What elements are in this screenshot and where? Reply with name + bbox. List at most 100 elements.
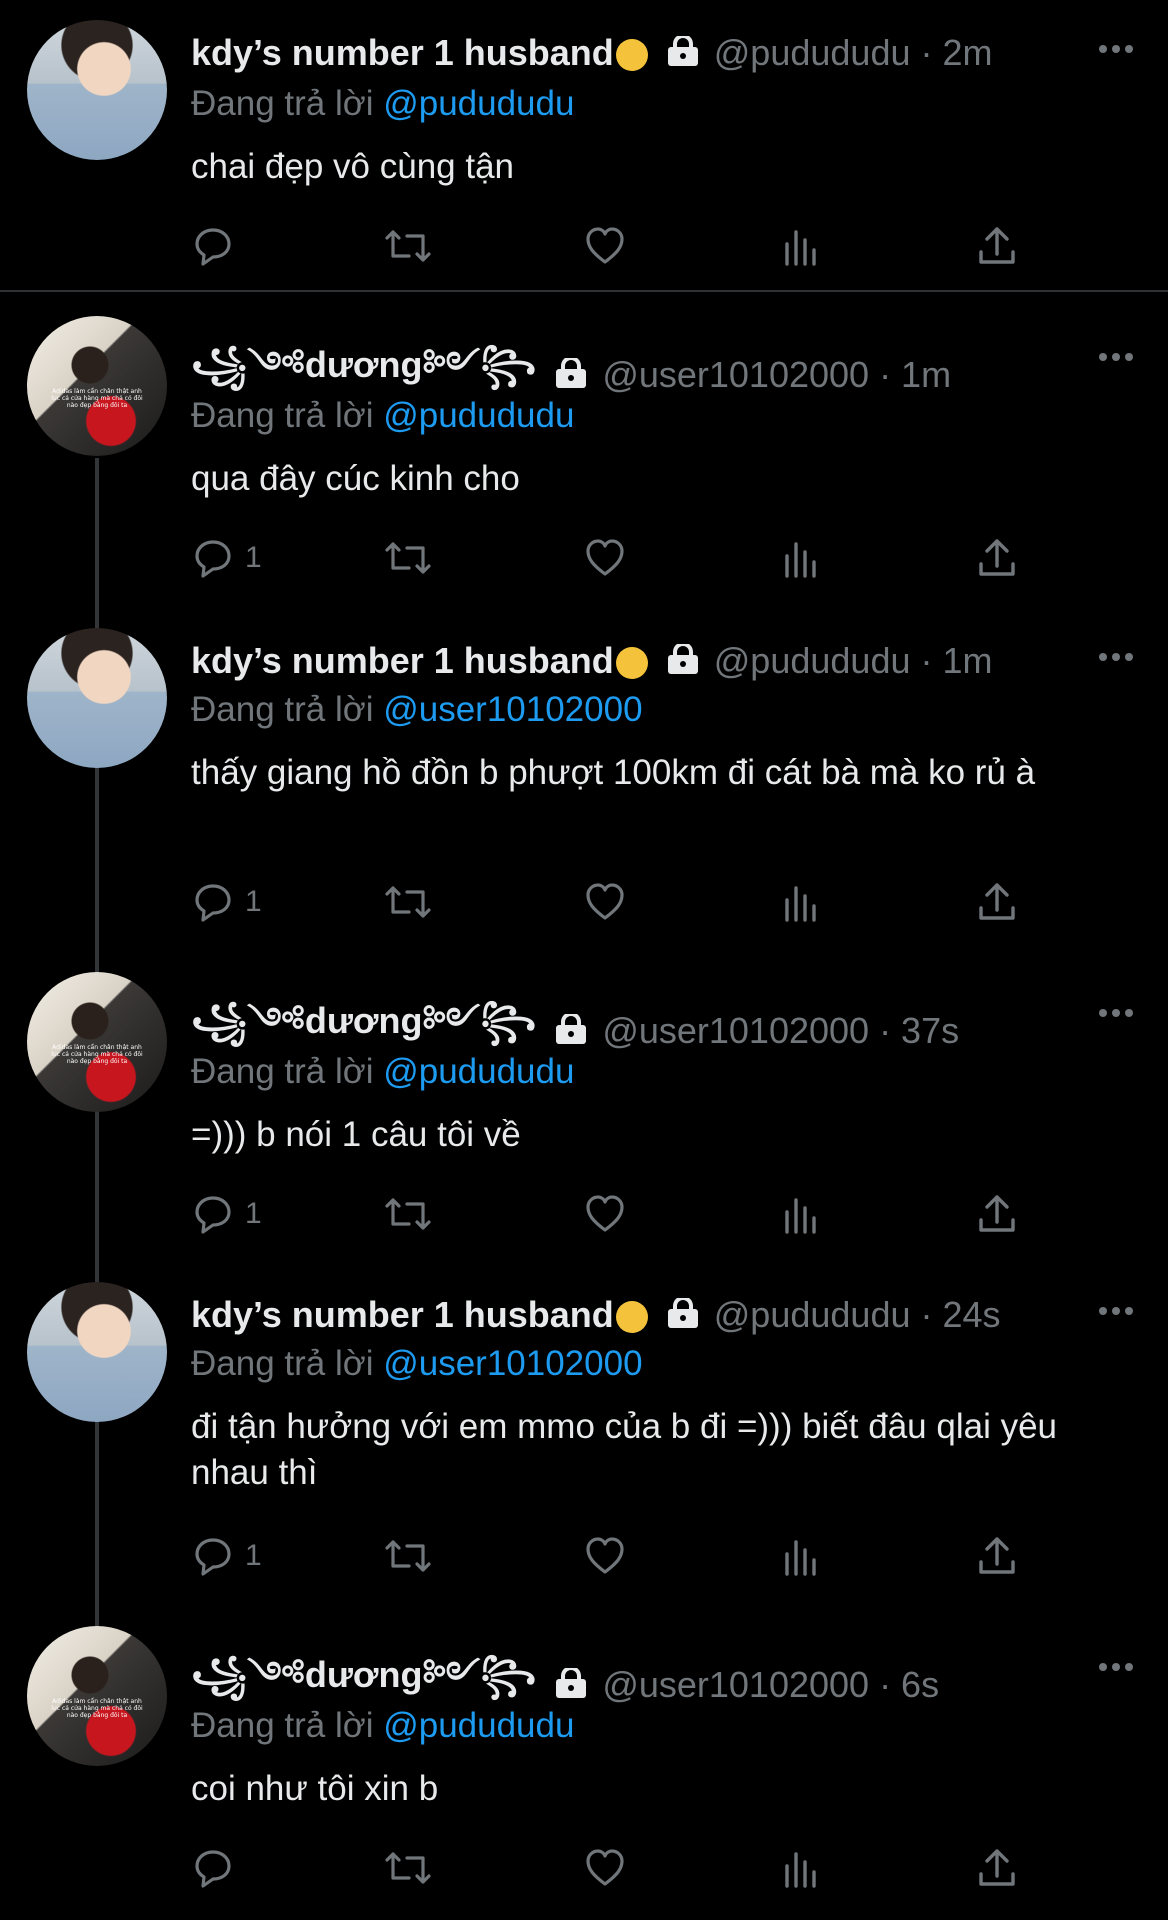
tweet[interactable]: kdy’s number 1 husband @pudududu · 2m Đa… [0, 0, 1168, 292]
share-button[interactable] [975, 1846, 1019, 1890]
handle[interactable]: @pudududu [714, 32, 911, 74]
avatar[interactable] [27, 628, 167, 768]
tweet-header: kdy’s number 1 husband @pudududu · 1m [191, 640, 992, 682]
display-name[interactable]: kdy’s number 1 husband [191, 32, 614, 74]
avatar[interactable]: Adidas làm cẩn chân thật anh lục cả cửa … [27, 1626, 167, 1766]
mention-link[interactable]: @pudududu [383, 1052, 574, 1091]
avatar[interactable]: Adidas làm cẩn chân thật anh lục cả cửa … [27, 316, 167, 456]
avatar-caption: Adidas làm cẩn chân thật anh lục cả cửa … [51, 1698, 143, 1719]
share-button[interactable] [975, 536, 1019, 580]
mention-link[interactable]: @user10102000 [383, 690, 642, 729]
share-button[interactable] [975, 880, 1019, 924]
views-button[interactable] [781, 1534, 821, 1578]
replying-to-label: Đang trả lời [191, 84, 374, 123]
tweet[interactable]: Adidas làm cẩn chân thật anh lục cả cửa … [0, 1622, 1168, 1920]
views-button[interactable] [781, 224, 821, 268]
action-bar [191, 1846, 1021, 1894]
tweet[interactable]: Adidas làm cẩn chân thật anh lục cả cửa … [0, 312, 1168, 612]
tweet-text: thấy giang hồ đồn b phượt 100km đi cát b… [191, 753, 1036, 792]
more-icon[interactable] [1098, 352, 1134, 362]
views-icon [785, 1198, 816, 1234]
reply-count: 1 [245, 1197, 262, 1230]
avatar[interactable] [27, 20, 167, 160]
reply-button[interactable]: 1 [191, 536, 262, 580]
more-icon[interactable] [1098, 44, 1134, 54]
avatar[interactable] [27, 1282, 167, 1422]
retweet-button[interactable] [383, 224, 433, 268]
display-name[interactable]: kdy’s number 1 husband [191, 1294, 614, 1336]
timestamp[interactable]: · 1m [879, 354, 951, 396]
reply-count: 1 [245, 541, 262, 574]
replying-to-label: Đang trả lời [191, 1344, 374, 1383]
more-icon[interactable] [1098, 1662, 1134, 1672]
reply-button[interactable]: 1 [191, 1534, 262, 1578]
timestamp[interactable]: · 6s [879, 1664, 939, 1706]
heart-icon [586, 539, 624, 576]
retweet-icon [385, 886, 431, 918]
timestamp[interactable]: · 2m [920, 32, 992, 74]
tweet[interactable]: Adidas làm cẩn chân thật anh lục cả cửa … [0, 968, 1168, 1268]
replying-to-label: Đang trả lời [191, 690, 374, 729]
replying-to-label: Đang trả lời [191, 396, 374, 435]
handle[interactable]: @user10102000 [602, 354, 869, 396]
mention-link[interactable]: @pudududu [383, 84, 574, 123]
heart-icon [586, 1537, 624, 1574]
tweet[interactable]: kdy’s number 1 husband @pudududu · 1m Đa… [0, 628, 1168, 968]
retweet-button[interactable] [383, 1192, 433, 1236]
retweet-icon [385, 1198, 431, 1230]
like-button[interactable] [583, 1192, 627, 1236]
reply-button[interactable]: 1 [191, 880, 262, 924]
tweet-header: kdy’s number 1 husband @pudududu · 2m [191, 32, 992, 74]
avatar-caption: Adidas làm cẩn chân thật anh lục cả cửa … [51, 1044, 143, 1065]
views-button[interactable] [781, 1192, 821, 1236]
divider [0, 290, 1168, 292]
like-button[interactable] [583, 224, 627, 268]
like-button[interactable] [583, 1846, 627, 1890]
mention-link[interactable]: @pudududu [383, 1706, 574, 1745]
mention-link[interactable]: @pudududu [383, 396, 574, 435]
timestamp[interactable]: · 37s [879, 1010, 959, 1052]
like-button[interactable] [583, 536, 627, 580]
retweet-button[interactable] [383, 880, 433, 924]
like-button[interactable] [583, 880, 627, 924]
action-bar: 1 [191, 880, 1021, 928]
timestamp[interactable]: · 24s [920, 1294, 1000, 1336]
mention-link[interactable]: @user10102000 [383, 1344, 642, 1383]
handle[interactable]: @pudududu [714, 1294, 911, 1336]
avatar[interactable]: Adidas làm cẩn chân thật anh lục cả cửa … [27, 972, 167, 1112]
more-icon[interactable] [1098, 652, 1134, 662]
reply-button[interactable] [191, 1846, 245, 1890]
tweet-text: chai đẹp vô cùng tận [191, 147, 515, 186]
reply-icon [195, 884, 231, 922]
share-button[interactable] [975, 1192, 1019, 1236]
lock-icon [667, 1298, 698, 1328]
views-button[interactable] [781, 1846, 821, 1890]
more-icon[interactable] [1098, 1306, 1134, 1316]
tired-face-emoji [615, 39, 648, 71]
share-icon [979, 1195, 1015, 1232]
like-button[interactable] [583, 1534, 627, 1578]
more-icon[interactable] [1098, 1008, 1134, 1018]
retweet-button[interactable] [383, 1846, 433, 1890]
tweet-text: =))) b nói 1 câu tôi về [191, 1115, 521, 1154]
display-name[interactable]: kdy’s number 1 husband [191, 640, 614, 682]
views-icon [785, 1540, 816, 1576]
retweet-button[interactable] [383, 1534, 433, 1578]
share-button[interactable] [975, 1534, 1019, 1578]
tweet[interactable]: kdy’s number 1 husband @pudududu · 24s Đ… [0, 1282, 1168, 1622]
retweet-icon [385, 542, 431, 574]
handle[interactable]: @pudududu [714, 640, 911, 682]
views-button[interactable] [781, 880, 821, 924]
timestamp[interactable]: · 1m [920, 640, 992, 682]
reply-button[interactable]: 1 [191, 1192, 262, 1236]
views-button[interactable] [781, 536, 821, 580]
share-button[interactable] [975, 224, 1019, 268]
reply-button[interactable] [191, 224, 245, 268]
tweet-text: coi như tôi xin b [191, 1769, 439, 1808]
reply-count: 1 [245, 885, 262, 918]
tired-face-emoji [615, 1301, 648, 1333]
retweet-button[interactable] [383, 536, 433, 580]
handle[interactable]: @user10102000 [602, 1664, 869, 1706]
handle[interactable]: @user10102000 [602, 1010, 869, 1052]
lock-icon [556, 358, 587, 388]
